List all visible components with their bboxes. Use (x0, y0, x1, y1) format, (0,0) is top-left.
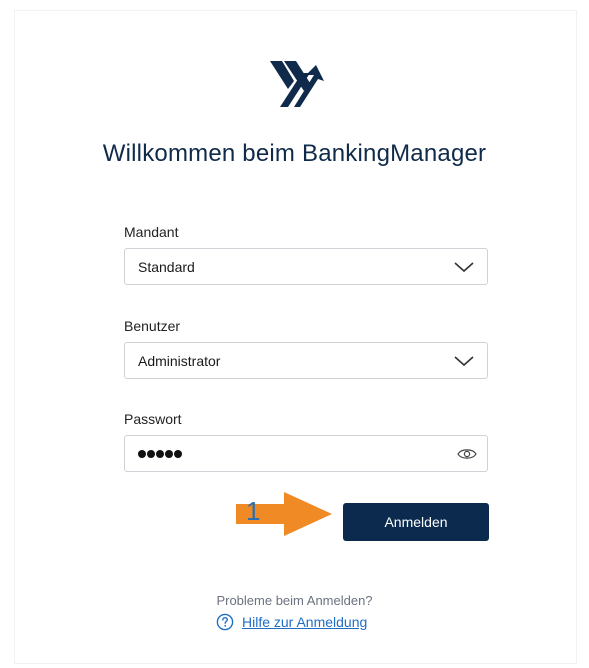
password-dot (174, 450, 182, 458)
passwort-input[interactable] (124, 435, 488, 472)
mandant-select[interactable]: Standard (124, 248, 488, 285)
password-dot (138, 450, 146, 458)
benutzer-value: Administrator (138, 353, 221, 369)
eye-icon[interactable] (457, 447, 477, 461)
login-screen: Willkommen beim BankingManager Mandant S… (0, 0, 589, 668)
page-title: Willkommen beim BankingManager (102, 140, 487, 167)
bankingmanager-logo-icon (270, 61, 324, 107)
chevron-down-icon (454, 262, 474, 273)
password-dot (165, 450, 173, 458)
password-dot (156, 450, 164, 458)
chevron-down-icon (454, 356, 474, 367)
help-question: Probleme beim Anmelden? (216, 593, 373, 608)
annotation-step-number: 1 (246, 496, 261, 526)
password-mask (138, 450, 182, 458)
help-link[interactable]: Hilfe zur Anmeldung (242, 614, 367, 630)
mandant-value: Standard (138, 259, 195, 275)
mandant-label: Mandant (124, 224, 179, 240)
question-circle-icon (216, 613, 234, 631)
help-link-row[interactable]: Hilfe zur Anmeldung (216, 612, 367, 632)
login-button[interactable]: Anmelden (343, 503, 489, 541)
passwort-label: Passwort (124, 411, 182, 427)
benutzer-select[interactable]: Administrator (124, 342, 488, 379)
benutzer-label: Benutzer (124, 318, 181, 334)
password-dot (147, 450, 155, 458)
